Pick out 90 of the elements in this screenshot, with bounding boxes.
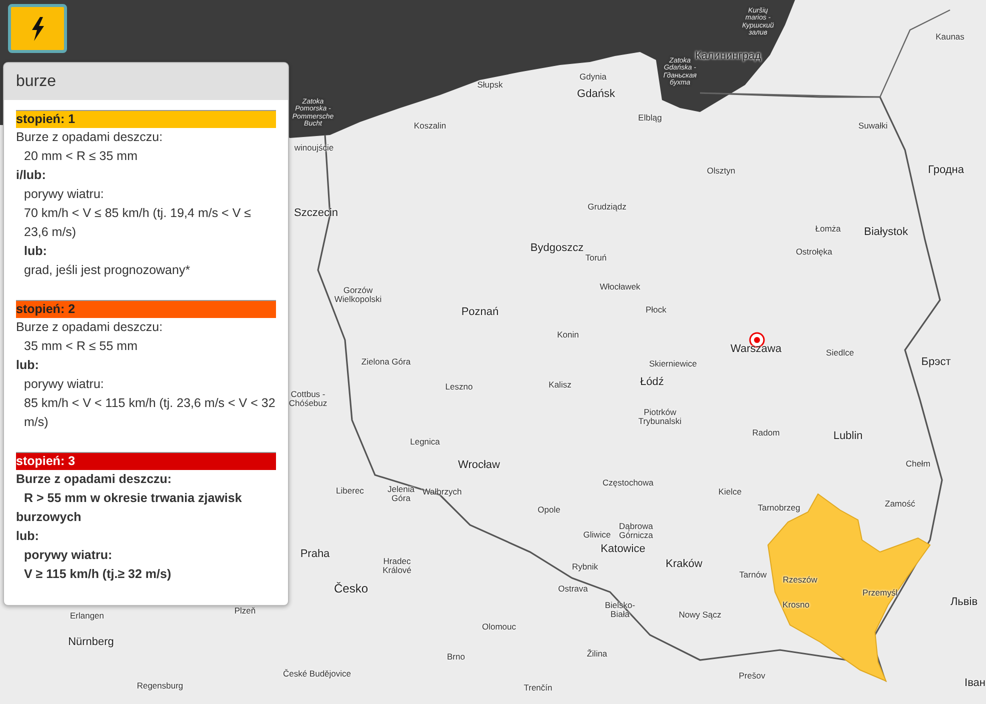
description-text: lub: bbox=[23, 243, 48, 260]
description-text: lub: bbox=[16, 357, 40, 374]
map-label: Częstochowa bbox=[602, 478, 654, 488]
map-label: Białystok bbox=[864, 227, 908, 239]
map-label: Rzeszów bbox=[782, 576, 818, 584]
level-header: stopień: 3 bbox=[16, 452, 276, 470]
map-label: Konin bbox=[557, 330, 579, 340]
map-label: Bydgoszcz bbox=[530, 243, 584, 255]
map-label: Kaunas bbox=[936, 32, 964, 42]
map-label: Ostrołęka bbox=[796, 248, 832, 256]
map-label: Zielona Góra bbox=[361, 358, 411, 366]
map-label: Łódź bbox=[640, 377, 664, 389]
description-text: porywy wiatru: bbox=[23, 186, 105, 203]
map-label: Toruń bbox=[585, 254, 607, 262]
description-text: lub: bbox=[16, 528, 40, 545]
map-label: Poznań bbox=[461, 307, 499, 319]
map-label: Płock bbox=[646, 306, 666, 314]
map-label: České Budějovice bbox=[282, 670, 352, 678]
map-label: Chełm bbox=[906, 460, 930, 468]
map-label: Nowy Sącz bbox=[678, 610, 722, 620]
map-label: Brno bbox=[447, 652, 465, 662]
map-label: Przemyśl bbox=[862, 588, 898, 598]
map-label: Erlangen bbox=[70, 612, 104, 620]
map-label: Gdynia bbox=[580, 72, 606, 82]
description-text: porywy wiatru: bbox=[23, 547, 114, 564]
map-label: Брэст bbox=[921, 357, 951, 369]
map-label: Gdańsk bbox=[577, 89, 615, 101]
map-label: Katowice bbox=[600, 544, 646, 556]
popup-title: burze bbox=[16, 72, 56, 90]
map-label: Rybnik bbox=[572, 562, 598, 572]
map-label: Cottbus - Chóśebuz bbox=[288, 390, 328, 408]
map-label: Nürnberg bbox=[68, 637, 114, 649]
map-label: Wrocław bbox=[458, 460, 500, 472]
map-label: Kielce bbox=[718, 488, 742, 496]
level-header: stopień: 2 bbox=[16, 300, 276, 318]
map-label: Łomża bbox=[815, 224, 841, 234]
description-text: Burze z opadami deszczu: bbox=[16, 319, 164, 336]
map-label: Zamość bbox=[884, 500, 916, 508]
map-label: Tarnów bbox=[739, 570, 767, 580]
lightning-button[interactable] bbox=[8, 4, 67, 53]
map-label: Калининград bbox=[694, 51, 762, 63]
map-label: Suwałki bbox=[858, 122, 888, 130]
description-text: grad, jeśli jest prognozowany* bbox=[23, 262, 192, 279]
map-label: Radom bbox=[752, 428, 780, 438]
map-label: Ostrava bbox=[558, 584, 588, 594]
description-text: 85 km/h < V < 115 km/h (tj. 23,6 m/s < V < 32 m/s) bbox=[23, 395, 276, 431]
map-label: Elbląg bbox=[638, 114, 662, 122]
map-label: Tarnobrzeg bbox=[758, 504, 800, 512]
map-label: Olsztyn bbox=[706, 166, 736, 176]
map-label: Львів bbox=[950, 597, 978, 609]
map-label: Kalisz bbox=[548, 380, 572, 390]
map-label: Lublin bbox=[833, 431, 863, 443]
map-label: Žilina bbox=[586, 650, 608, 658]
map-label: Kraków bbox=[666, 559, 702, 571]
description-text: i/lub: bbox=[16, 167, 47, 184]
map-label: Skierniewice bbox=[649, 360, 697, 368]
map-label: Trenčín bbox=[524, 684, 552, 692]
map-label: Grudziądz bbox=[588, 202, 626, 212]
map-label: Opole bbox=[538, 506, 560, 514]
description-text: 70 km/h < V ≤ 85 km/h (tj. 19,4 m/s < V ≤ 23,6 m/s) bbox=[23, 205, 252, 241]
description-text: Burze z opadami deszczu: bbox=[16, 129, 164, 146]
description-text: V ≥ 115 km/h (tj.≥ 32 m/s) bbox=[23, 566, 172, 583]
map-label: Piotrków Trybunalski bbox=[637, 408, 683, 426]
map-label: Krosno bbox=[782, 600, 810, 610]
description-text: porywy wiatru: bbox=[23, 376, 105, 393]
map-label: Gorzów Wielkopolski bbox=[333, 286, 383, 304]
map-label: Plzeň bbox=[234, 606, 256, 616]
map-label: Іван bbox=[964, 678, 986, 690]
map-label: Prešov bbox=[738, 672, 766, 680]
map-label: Legnica bbox=[410, 438, 440, 446]
map-label: Praha bbox=[300, 549, 330, 561]
map-label: Гродна bbox=[928, 165, 964, 177]
map-label: Česko bbox=[334, 582, 368, 596]
map-label: Regensburg bbox=[136, 682, 184, 690]
map-label: Liberec bbox=[336, 486, 364, 496]
map-label: Koszalin bbox=[414, 122, 446, 130]
lightning-icon bbox=[30, 16, 46, 40]
map-label: Gliwice bbox=[583, 530, 611, 540]
description-text: 20 mm < R ≤ 35 mm bbox=[23, 148, 138, 165]
description-text: Burze z opadami deszczu: bbox=[16, 471, 173, 488]
map-label: Warszawa bbox=[730, 344, 782, 356]
map-label: Siedlce bbox=[826, 348, 854, 358]
map-label: Włocławek bbox=[600, 282, 640, 292]
map-label: Jelenia Góra bbox=[386, 485, 416, 503]
level-header: stopień: 1 bbox=[16, 110, 276, 128]
description-text: 35 mm < R ≤ 55 mm bbox=[23, 338, 138, 355]
map-label: Słupsk bbox=[477, 80, 503, 90]
map-label: Hradec Králové bbox=[382, 557, 412, 575]
map-label: Leszno bbox=[445, 382, 473, 392]
map-label: Olomouc bbox=[482, 622, 516, 632]
